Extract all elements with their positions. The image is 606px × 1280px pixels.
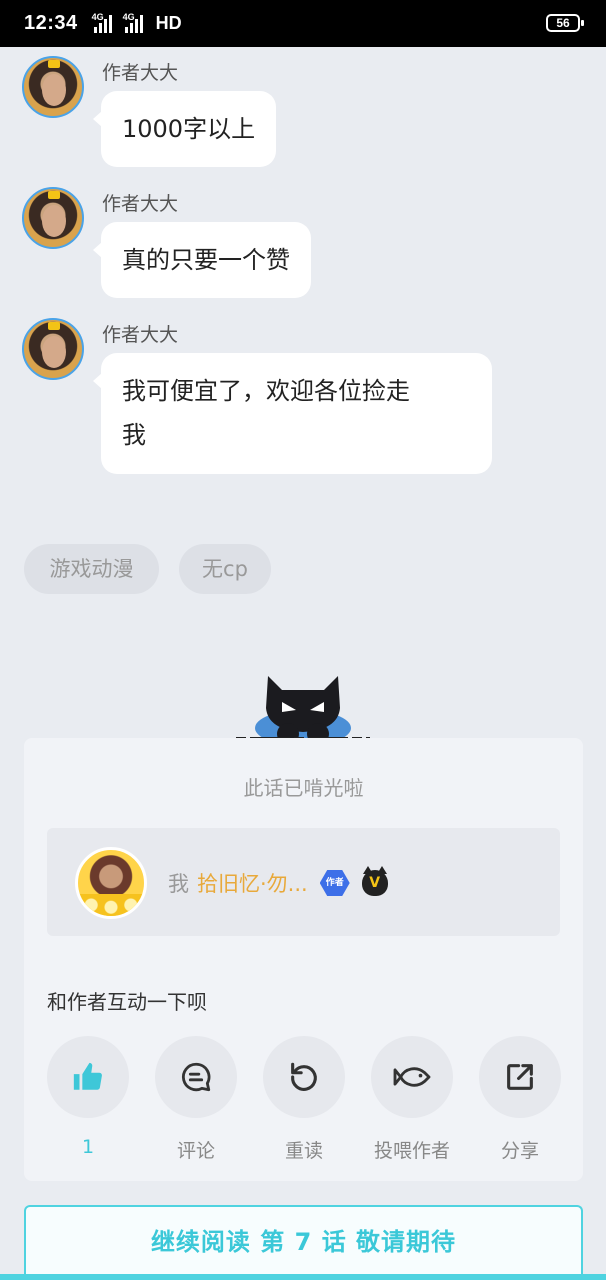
feed-author-button[interactable]: 投喂作者 <box>371 1036 453 1163</box>
feed-author-label: 投喂作者 <box>373 1140 450 1162</box>
share-label: 分享 <box>500 1140 539 1162</box>
hd-indicator: HD <box>155 13 182 33</box>
message-author-name: 作者大大 <box>102 324 179 346</box>
crown-icon <box>48 191 60 199</box>
status-bar: 12:34 4G 4G HD 56 <box>0 0 606 47</box>
author-badge-icon: 作者 <box>319 870 350 896</box>
reread-button[interactable]: 重读 <box>263 1036 345 1163</box>
author-avatar[interactable] <box>22 56 84 118</box>
comment-button[interactable]: 评论 <box>155 1036 237 1163</box>
author-info-box[interactable]: 我 拾旧忆·勿... 作者 V <box>47 828 560 936</box>
thumbs-up-icon <box>73 1062 102 1090</box>
like-count: 1 <box>81 1136 95 1158</box>
message-text: 1000字以上 <box>122 115 256 143</box>
message-author-name: 作者大大 <box>102 193 179 215</box>
tag-chip[interactable]: 游戏动漫 <box>24 544 159 594</box>
comment-icon <box>181 1062 211 1092</box>
author-profile-avatar[interactable] <box>75 847 147 919</box>
comment-label: 评论 <box>176 1140 215 1162</box>
continue-reading-button[interactable]: 继续阅读 第 7 话 敬请期待 <box>24 1205 583 1280</box>
crown-icon <box>48 322 60 330</box>
author-avatar[interactable] <box>22 318 84 380</box>
signal-strength-icon: 4G <box>123 12 148 33</box>
message-author-name: 作者大大 <box>102 62 179 84</box>
message-bubble: 1000字以上 <box>92 91 277 167</box>
bottom-accent-strip <box>0 1274 606 1280</box>
message-bubble: 我可便宜了，欢迎各位捡走 我 <box>93 353 492 474</box>
fish-icon <box>393 1067 431 1087</box>
signal-indicators: 4G 4G HD <box>86 12 182 34</box>
crown-icon <box>48 60 60 68</box>
peeking-cat-mascot-icon <box>236 676 370 746</box>
battery-icon: 56 <box>546 14 584 32</box>
episode-finished-text: 此话已啃光啦 <box>243 776 364 800</box>
episode-end-card: 此话已啃光啦 我 拾旧忆·勿... 作者 V 和作者互动一下呗 1 评论 重读 … <box>24 738 583 1181</box>
share-button[interactable]: 分享 <box>479 1036 561 1163</box>
signal-strength-icon: 4G <box>92 12 117 33</box>
reread-icon <box>291 1062 317 1091</box>
author-name[interactable]: 拾旧忆·勿... <box>197 868 308 898</box>
author-prefix: 我 <box>168 872 189 896</box>
author-avatar[interactable] <box>22 187 84 249</box>
interact-title: 和作者互动一下呗 <box>47 990 207 1014</box>
message-text: 我可便宜了，欢迎各位捡走 <box>122 377 410 405</box>
message-bubble: 真的只要一个赞 <box>93 222 311 298</box>
share-icon <box>507 1064 533 1090</box>
like-button[interactable]: 1 <box>47 1036 129 1158</box>
status-time: 12:34 <box>24 12 78 34</box>
message-text: 真的只要一个赞 <box>122 246 290 274</box>
message-text: 我 <box>122 421 146 449</box>
vip-cat-badge-icon: V <box>361 866 388 896</box>
reread-label: 重读 <box>284 1140 323 1162</box>
author-line: 我 拾旧忆·勿... 作者 V <box>168 866 388 898</box>
tag-chip[interactable]: 无cp <box>179 544 271 594</box>
